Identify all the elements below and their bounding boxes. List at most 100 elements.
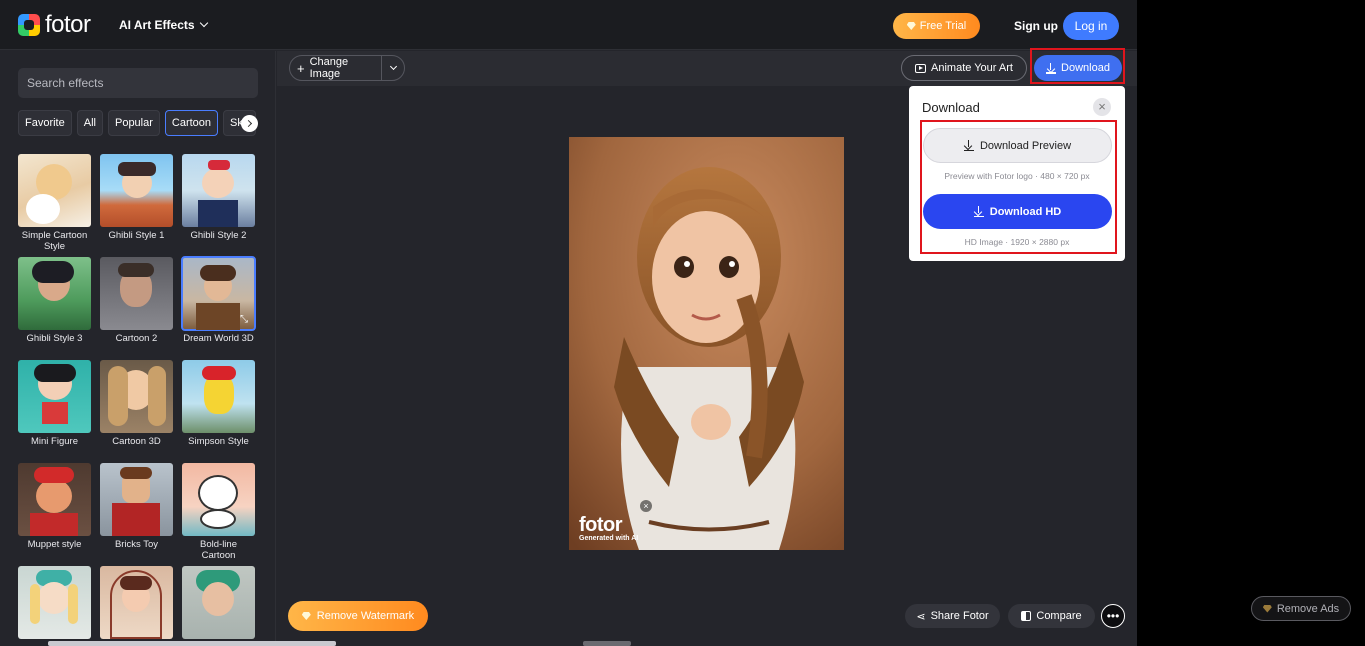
preview-note: Preview with Fotor logo · 480 × 720 px [909,171,1125,181]
effect-thumbnail [182,463,255,536]
animate-your-art-button[interactable]: Animate Your Art [901,55,1027,81]
effect-thumbnail [182,566,255,639]
tab-popular[interactable]: Popular [108,110,160,136]
watermark-logo: fotor [579,515,638,535]
effect-label: Simple Cartoon Style [18,230,91,252]
effect-thumbnail [18,154,91,227]
effect-label: Ghibli Style 1 [100,230,173,241]
ai-art-effects-menu[interactable]: AI Art Effects [119,18,207,32]
horizontal-scrollbar[interactable] [48,641,336,646]
diamond-icon [907,22,916,30]
ad-area [1137,0,1365,646]
plus-icon: + [297,63,305,74]
effect-label: Bricks Toy [100,539,173,550]
effect-thumbnail [18,463,91,536]
effect-card[interactable]: Ghibli Style 3 [18,257,91,344]
chevron-right-icon [245,120,252,127]
effect-card[interactable]: Mini Figure [18,360,91,447]
effect-label: Mini Figure [18,436,91,447]
effects-sidebar: Favorite All Popular Cartoon Ske Simple … [0,51,276,646]
effect-card[interactable]: Bold-line Cartoon [182,463,255,561]
free-trial-button[interactable]: Free Trial [893,13,980,39]
more-options-button[interactable]: ••• [1101,604,1125,628]
effect-label: Ghibli Style 3 [18,333,91,344]
diamond-icon [302,612,311,620]
effect-thumbnail [100,257,173,330]
chevron-down-icon [389,63,396,70]
tab-favorite[interactable]: Favorite [18,110,72,136]
remove-ads-button[interactable]: Remove Ads [1251,596,1351,621]
search-effects-input[interactable] [18,68,258,98]
effect-label: Dream World 3D [182,333,255,344]
more-icon: ••• [1107,609,1120,623]
tab-cartoon[interactable]: Cartoon [165,110,218,136]
fotor-logo[interactable]: fotor [18,14,91,36]
change-image-button[interactable]: + Change Image [289,55,405,81]
change-image-dropdown[interactable] [382,67,404,69]
portrait-illustration [569,137,844,550]
effect-card[interactable] [182,566,255,642]
download-preview-label: Download Preview [980,140,1071,152]
free-trial-label: Free Trial [920,20,966,32]
watermark-subtitle: Generated with AI [579,535,638,542]
remove-watermark-label: Remove Watermark [317,610,414,622]
share-button[interactable]: ⋖ Share Fotor [905,604,1000,628]
effect-card[interactable] [18,566,91,642]
effect-thumbnail [100,566,173,639]
effect-card[interactable]: Cartoon 3D [100,360,173,447]
close-icon[interactable]: × [640,500,652,512]
sign-up-link[interactable]: Sign up [1014,19,1058,33]
effect-thumbnail [100,154,173,227]
result-image: fotor Generated with AI [569,137,844,550]
effect-card[interactable]: Bricks Toy [100,463,173,550]
tab-all[interactable]: All [77,110,103,136]
effect-thumbnail-selected: ⤡ [182,257,255,330]
effect-card[interactable]: Muppet style [18,463,91,550]
effect-label: Bold-line Cartoon [182,539,255,561]
chevron-down-icon [199,19,207,27]
tabs-next-button[interactable] [241,115,258,132]
download-icon [964,140,974,151]
diamond-icon [1263,605,1272,613]
download-highlight-box [1030,48,1125,84]
effect-label: Ghibli Style 2 [182,230,255,241]
brand-name: fotor [45,14,91,36]
effect-thumbnail [182,360,255,433]
effect-label: Cartoon 3D [100,436,173,447]
effect-card[interactable]: Ghibli Style 2 [182,154,255,241]
effect-label: Simpson Style [182,436,255,447]
close-icon[interactable]: × [1093,98,1111,116]
fotor-app: fotor AI Art Effects Free Trial Sign up … [0,0,1137,646]
horizontal-scrollbar-thumb[interactable] [583,641,631,646]
download-hd-button[interactable]: Download HD [923,194,1112,229]
effect-card[interactable]: Ghibli Style 1 [100,154,173,241]
download-popup: Download × Download Preview Preview with… [909,86,1125,261]
change-image-label: Change Image [310,56,381,80]
animate-icon [915,64,926,73]
remove-ads-label: Remove Ads [1277,603,1339,615]
remove-watermark-button[interactable]: Remove Watermark [288,601,428,631]
effect-card[interactable]: Simple Cartoon Style [18,154,91,252]
effect-thumbnail [18,257,91,330]
top-header: fotor AI Art Effects Free Trial Sign up … [0,0,1137,50]
effect-card[interactable]: Simpson Style [182,360,255,447]
compare-button[interactable]: Compare [1008,604,1095,628]
log-in-button[interactable]: Log in [1063,12,1119,40]
effect-category-tabs: Favorite All Popular Cartoon Ske [18,110,258,137]
effect-label: Cartoon 2 [100,333,173,344]
ai-art-effects-label: AI Art Effects [119,18,195,32]
compare-icon [1021,611,1031,621]
animate-label: Animate Your Art [931,62,1013,74]
effect-card[interactable] [100,566,173,642]
hd-note: HD Image · 1920 × 2880 px [909,237,1125,247]
download-preview-button[interactable]: Download Preview [923,128,1112,163]
expand-icon[interactable]: ⤡ [237,312,251,326]
effect-label: Muppet style [18,539,91,550]
effect-card[interactable]: Cartoon 2 [100,257,173,344]
effect-thumbnail [182,154,255,227]
change-image-main[interactable]: + Change Image [290,56,382,80]
effect-thumbnail [18,566,91,639]
fotor-logo-icon [18,14,40,36]
effect-card[interactable]: ⤡ Dream World 3D [182,257,255,344]
share-icon: ⋖ [916,610,925,623]
